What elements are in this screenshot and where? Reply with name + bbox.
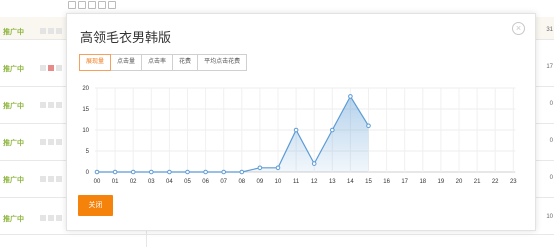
x-tick-label: 00	[94, 179, 101, 185]
x-tick-label: 09	[257, 179, 264, 185]
trend-dialog: 高领毛衣男韩版 × 展现量 点击量 点击率 花费 平均点击花费 0 5 10 15 20 00 01…	[66, 13, 536, 231]
x-tick-label: 10	[275, 179, 282, 185]
data-point	[293, 127, 299, 133]
status-label: 推广中	[3, 140, 24, 147]
row-marker[interactable]	[48, 28, 54, 34]
x-tick-label: 22	[492, 179, 499, 185]
x-tick-label: 20	[456, 179, 463, 185]
metric-tabs: 展现量 点击量 点击率 花费 平均点击花费	[79, 54, 248, 71]
row-marker[interactable]	[56, 65, 62, 71]
status-label: 推广中	[3, 177, 24, 184]
hourly-trend-chart: 0 5 10 15 20 00 01 02 03 04 05 06 07 08 09 10 11 12 13 14 15…	[67, 82, 535, 199]
row-value: 0	[549, 101, 553, 107]
x-tick-label: 17	[401, 179, 408, 185]
tab-3[interactable]: 花费	[172, 54, 199, 71]
x-tick-label: 13	[329, 179, 336, 185]
data-point	[185, 169, 190, 175]
x-tick-label: 01	[112, 179, 119, 185]
settings-icon[interactable]	[68, 1, 76, 9]
y-tick-label: 20	[82, 86, 89, 92]
row-marker[interactable]	[40, 65, 46, 71]
row-value: 0	[549, 138, 553, 144]
dialog-title: 高领毛衣男韩版	[80, 30, 172, 45]
row-value: 0	[549, 175, 553, 181]
background-toolbar	[0, 0, 554, 10]
status-label: 推广中	[3, 103, 24, 110]
row-marker[interactable]	[40, 28, 46, 34]
row-marker[interactable]	[40, 102, 46, 108]
data-point	[203, 169, 208, 175]
row-marker[interactable]	[40, 176, 46, 182]
row-marker[interactable]	[48, 65, 54, 71]
x-tick-label: 12	[311, 179, 318, 185]
row-marker[interactable]	[40, 139, 46, 145]
x-tick-label: 15	[365, 179, 372, 185]
row-value: 17	[546, 64, 553, 70]
data-point	[239, 169, 245, 175]
x-tick-label: 06	[202, 179, 209, 185]
x-tick-label: 16	[383, 179, 390, 185]
x-tick-label: 11	[293, 179, 300, 185]
y-tick-label: 5	[86, 149, 90, 155]
x-tick-label: 21	[474, 179, 481, 185]
x-tick-label: 14	[347, 179, 354, 185]
row-marker[interactable]	[56, 139, 62, 145]
x-tick-label: 02	[130, 179, 137, 185]
row-marker[interactable]	[40, 215, 46, 221]
row-marker[interactable]	[56, 28, 62, 34]
row-marker[interactable]	[48, 102, 54, 108]
x-tick-label: 18	[419, 179, 426, 185]
data-point	[330, 127, 335, 133]
x-tick-label: 03	[148, 179, 155, 185]
row-marker[interactable]	[56, 176, 62, 182]
y-tick-label: 10	[82, 128, 89, 134]
row-marker[interactable]	[48, 139, 54, 145]
data-point	[348, 94, 353, 99]
row-marker[interactable]	[48, 215, 54, 221]
row-marker[interactable]	[56, 215, 62, 221]
tab-0[interactable]: 展现量	[79, 54, 112, 71]
x-tick-label: 07	[220, 179, 227, 185]
data-point	[112, 169, 118, 175]
series-area	[97, 96, 369, 172]
data-point	[94, 169, 100, 175]
close-button[interactable]: 关闭	[78, 195, 113, 216]
y-tick-label: 15	[82, 107, 89, 113]
data-point	[149, 169, 154, 175]
status-label: 推广中	[3, 66, 24, 73]
x-tick-label: 05	[184, 179, 191, 185]
status-label: 推广中	[3, 29, 24, 36]
x-tick-label: 08	[238, 179, 245, 185]
row-marker[interactable]	[48, 176, 54, 182]
document-icon[interactable]	[108, 1, 116, 9]
edit-icon[interactable]	[78, 1, 86, 9]
data-point	[366, 123, 371, 129]
chart-icon[interactable]	[88, 1, 96, 9]
data-point	[167, 169, 172, 175]
data-point	[221, 169, 226, 175]
x-tick-label: 19	[438, 179, 445, 185]
data-point	[257, 165, 263, 171]
row-value: 10	[546, 214, 553, 220]
tab-1[interactable]: 点击量	[110, 54, 143, 71]
x-tick-label: 04	[166, 179, 173, 185]
x-tick-label: 23	[510, 179, 517, 185]
data-point	[130, 169, 136, 175]
close-circle-icon[interactable]: ×	[512, 22, 525, 35]
row-marker[interactable]	[56, 102, 62, 108]
status-label: 推广中	[3, 216, 24, 223]
tab-4[interactable]: 平均点击花费	[197, 54, 248, 71]
data-point	[311, 161, 317, 166]
data-point	[275, 165, 281, 171]
row-value: 31	[546, 27, 553, 33]
y-tick-label: 0	[86, 170, 90, 176]
tab-2[interactable]: 点击率	[141, 54, 174, 71]
bar-chart-icon[interactable]	[98, 1, 106, 9]
